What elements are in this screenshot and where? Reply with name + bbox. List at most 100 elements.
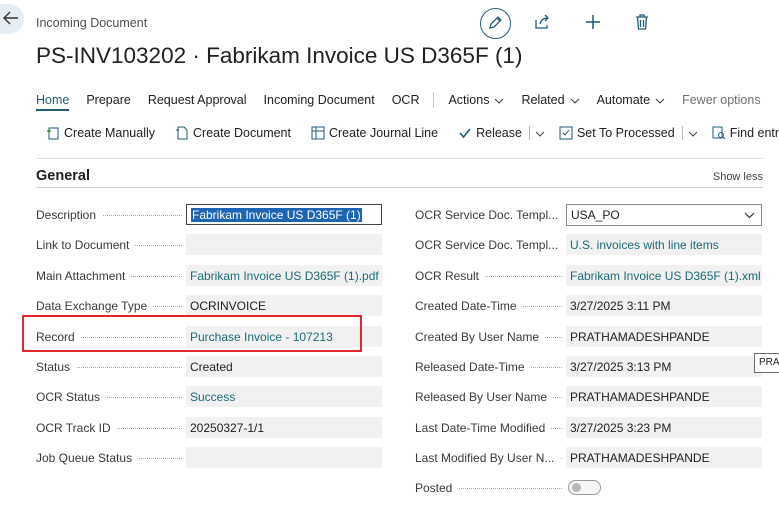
field-ocr-status: OCR Status Success — [36, 386, 382, 407]
section-title[interactable]: General — [36, 168, 90, 184]
menu-automate-label: Automate — [596, 92, 651, 107]
chevron-down-icon — [655, 93, 665, 107]
menu-divider — [433, 92, 435, 108]
top-actions — [480, 8, 654, 39]
edit-button[interactable] — [480, 8, 511, 39]
field-label: OCR Result — [415, 268, 566, 283]
split-divider — [681, 126, 683, 140]
field-label: Posted — [415, 480, 566, 495]
field-description: Description Fabrikam Invoice US D365F (1… — [36, 204, 382, 225]
field-last-modified-by-user-name: Last Modified By User N... PRATHAMADESHP… — [415, 447, 762, 468]
action-bar: Create Manually Create Document Create J… — [46, 123, 779, 143]
field-label: Released Date-Time — [415, 359, 566, 374]
last-date-time-modified-value[interactable]: 3/27/2025 3:23 PM — [566, 417, 762, 438]
create-manually-button[interactable]: Create Manually — [46, 126, 155, 140]
released-date-time-value[interactable]: 3/27/2025 3:13 PM — [566, 356, 762, 377]
description-value: Fabrikam Invoice US D365F (1) — [191, 207, 362, 222]
show-less-link[interactable]: Show less — [713, 171, 763, 183]
created-by-user-name-value[interactable]: PRATHAMADESHPANDE — [566, 326, 762, 347]
split-divider — [528, 126, 530, 140]
chevron-down-icon — [494, 93, 504, 107]
menu-related[interactable]: Related — [521, 93, 579, 108]
ocr-template-name-link[interactable]: U.S. invoices with line items — [566, 234, 762, 255]
posted-toggle[interactable] — [568, 480, 601, 495]
field-ocr-service-doc-template-name: OCR Service Doc. Templ... U.S. invoices … — [415, 234, 762, 255]
set-to-processed-label: Set To Processed — [576, 126, 675, 140]
ocr-track-id-value[interactable]: 20250327-1/1 — [186, 417, 382, 438]
release-button[interactable]: Release — [458, 126, 545, 140]
create-journal-line-button[interactable]: Create Journal Line — [311, 126, 438, 140]
field-main-attachment: Main Attachment Fabrikam Invoice US D365… — [36, 265, 382, 286]
field-label: OCR Service Doc. Templ... — [415, 237, 566, 252]
tab-incoming-document[interactable]: Incoming Document — [264, 93, 375, 107]
new-button[interactable] — [581, 12, 605, 36]
create-document-label: Create Document — [193, 126, 291, 140]
ocr-template-select[interactable]: USA_PO — [566, 203, 762, 226]
create-journal-line-label: Create Journal Line — [328, 126, 439, 140]
page-title: PS-INV103202 · Fabrikam Invoice US D365F… — [36, 43, 523, 68]
chevron-down-icon[interactable] — [688, 126, 698, 140]
release-label: Release — [476, 126, 522, 140]
find-entries-label: Find entries... — [729, 126, 779, 140]
field-job-queue-status: Job Queue Status — [36, 447, 382, 468]
field-ocr-track-id: OCR Track ID 20250327-1/1 — [36, 417, 382, 438]
field-created-date-time: Created Date-Time 3/27/2025 3:11 PM — [415, 295, 762, 316]
released-by-user-name-value[interactable]: PRATHAMADESHPANDE — [566, 386, 762, 407]
document-icon — [175, 126, 189, 140]
field-label: Created By User Name — [415, 329, 566, 344]
link-to-document-value[interactable] — [186, 234, 382, 255]
checkmark-icon — [458, 126, 472, 140]
field-label: Last Date-Time Modified — [415, 420, 566, 435]
tab-request-approval[interactable]: Request Approval — [148, 93, 247, 107]
processed-icon — [559, 126, 573, 140]
field-link-to-document: Link to Document — [36, 234, 382, 255]
journal-icon — [311, 126, 325, 140]
posted-toggle-wrap — [566, 480, 601, 495]
delete-button[interactable] — [630, 12, 654, 36]
field-label: Created Date-Time — [415, 298, 566, 313]
trash-icon — [635, 14, 649, 33]
share-icon — [534, 14, 550, 33]
create-document-button[interactable]: Create Document — [175, 126, 291, 140]
field-ocr-service-doc-template: OCR Service Doc. Templ... USA_PO — [415, 203, 762, 226]
description-input[interactable]: Fabrikam Invoice US D365F (1) — [186, 204, 382, 225]
created-date-time-value[interactable]: 3/27/2025 3:11 PM — [566, 295, 762, 316]
divider — [36, 187, 763, 188]
field-label: Main Attachment — [36, 268, 186, 283]
set-to-processed-button[interactable]: Set To Processed — [559, 126, 698, 140]
field-posted: Posted — [415, 477, 601, 498]
data-exchange-type-value[interactable]: OCRINVOICE — [186, 295, 382, 316]
arrow-left-icon — [3, 11, 19, 28]
menu-related-label: Related — [521, 92, 565, 107]
menu-actions-label: Actions — [448, 92, 490, 107]
tab-home[interactable]: Home — [36, 93, 70, 111]
field-ocr-result: OCR Result Fabrikam Invoice US D365F (1)… — [415, 265, 762, 286]
ocr-status-value[interactable]: Success — [186, 386, 382, 407]
menu-bar: Home Prepare Request Approval Incoming D… — [36, 90, 779, 111]
menu-actions[interactable]: Actions — [448, 93, 504, 108]
field-label: Description — [36, 207, 186, 222]
tab-prepare[interactable]: Prepare — [86, 93, 130, 107]
tab-ocr[interactable]: OCR — [392, 93, 420, 107]
menu-automate[interactable]: Automate — [597, 93, 666, 108]
field-label: Data Exchange Type — [36, 298, 186, 313]
ocr-result-link[interactable]: Fabrikam Invoice US D365F (1).xml — [566, 265, 762, 286]
tooltip: PRA — [754, 353, 779, 373]
field-status: Status Created — [36, 356, 382, 377]
create-manually-icon — [46, 126, 60, 140]
field-label: Job Queue Status — [36, 450, 186, 465]
share-button[interactable] — [530, 12, 554, 36]
create-manually-label: Create Manually — [64, 126, 156, 140]
find-entries-button[interactable]: Find entries... — [712, 126, 779, 140]
back-button[interactable] — [0, 4, 24, 34]
field-label: Link to Document — [36, 237, 186, 252]
chevron-down-icon[interactable] — [535, 126, 545, 140]
fewer-options-button[interactable]: Fewer options — [682, 93, 761, 107]
plus-icon — [585, 14, 601, 33]
main-attachment-link[interactable]: Fabrikam Invoice US D365F (1).pdf — [186, 265, 382, 286]
status-value[interactable]: Created — [186, 356, 382, 377]
last-modified-by-user-name-value[interactable]: PRATHAMADESHPANDE — [566, 447, 762, 468]
field-released-date-time: Released Date-Time 3/27/2025 3:13 PM — [415, 356, 762, 377]
divider — [36, 158, 763, 159]
job-queue-status-value[interactable] — [186, 447, 382, 468]
